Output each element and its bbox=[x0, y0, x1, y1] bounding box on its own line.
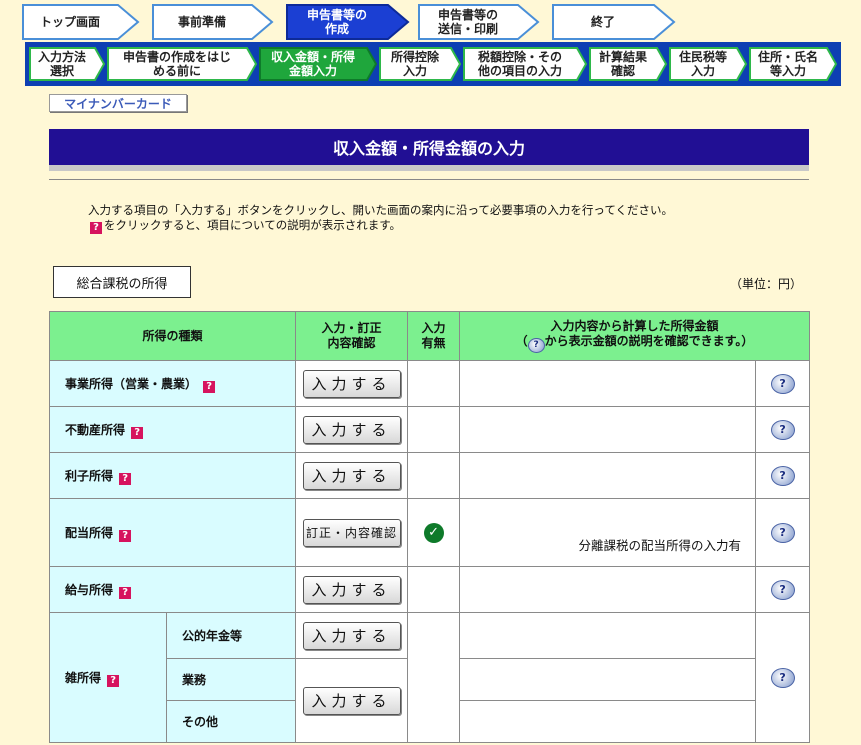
amount-cell bbox=[459, 612, 757, 659]
help-icon[interactable]: ? bbox=[770, 465, 795, 486]
check-icon: ✓ bbox=[423, 522, 444, 543]
status-cell bbox=[407, 406, 461, 453]
income-kind-real-estate: 不動産所得 ? bbox=[48, 406, 297, 453]
page-title: 収入金額・所得金額の入力 bbox=[49, 129, 809, 165]
input-button-misc-other[interactable]: 入力する bbox=[302, 686, 401, 715]
qmark-icon: ? bbox=[90, 222, 102, 234]
substep-income-input[interactable]: 収入金額・所得 金額入力 bbox=[259, 47, 377, 81]
help-icon[interactable]: ? bbox=[770, 579, 795, 600]
income-kind-business: 事業所得（営業・農業） ? bbox=[48, 360, 297, 407]
unit-label: （単位：円） bbox=[730, 277, 803, 291]
help-icon[interactable]: ? bbox=[770, 667, 795, 688]
table-row: 配当所得 ? 訂正・内容確認 ✓ 分離課税の配当所得の入力有 ? bbox=[48, 498, 811, 567]
table-row: 事業所得（営業・農業） ? 入力する ? bbox=[48, 360, 811, 407]
misc-sub-business: 業務 bbox=[165, 658, 297, 701]
substep-result-check[interactable]: 計算結果 確認 bbox=[589, 47, 667, 81]
qmark-icon[interactable]: ? bbox=[107, 674, 120, 687]
section-tab-general-income: 総合課税の所得 bbox=[53, 266, 191, 298]
table-row: 給与所得 ? 入力する ? bbox=[48, 566, 811, 613]
substep-tax-credit[interactable]: 税額控除・その 他の項目の入力 bbox=[463, 47, 587, 81]
header-kind: 所得の種類 bbox=[48, 311, 297, 361]
mynumber-card-button[interactable]: マイナンバーカード bbox=[49, 94, 187, 112]
substep-address-name[interactable]: 住所・氏名 等入力 bbox=[749, 47, 837, 81]
substep-before-start[interactable]: 申告書の作成をはじ める前に bbox=[107, 47, 257, 81]
qmark-icon[interactable]: ? bbox=[119, 586, 132, 599]
input-button-business[interactable]: 入力する bbox=[302, 369, 401, 398]
help-icon[interactable]: ? bbox=[770, 522, 795, 543]
header-amount: 入力内容から計算した所得金額 （? から表示金額の説明を確認できます。） bbox=[459, 311, 811, 361]
amount-cell bbox=[459, 566, 757, 613]
amount-cell bbox=[459, 658, 757, 701]
amount-cell bbox=[459, 700, 757, 743]
step-send-print[interactable]: 申告書等の 送信・印刷 bbox=[418, 4, 540, 40]
status-cell bbox=[407, 360, 461, 407]
input-button-real-estate[interactable]: 入力する bbox=[302, 415, 401, 444]
status-cell bbox=[407, 612, 461, 743]
income-kind-salary: 給与所得 ? bbox=[48, 566, 297, 613]
amount-cell bbox=[459, 360, 757, 407]
misc-sub-other: その他 bbox=[165, 700, 297, 743]
substep-resident-tax[interactable]: 住民税等 入力 bbox=[669, 47, 747, 81]
misc-sub-pension: 公的年金等 bbox=[165, 612, 297, 659]
title-shadow bbox=[49, 165, 809, 171]
step-top[interactable]: トップ画面 bbox=[22, 4, 140, 40]
qmark-icon[interactable]: ? bbox=[131, 426, 144, 439]
income-kind-misc: 雑所得 ? bbox=[49, 612, 167, 743]
qmark-icon[interactable]: ? bbox=[119, 472, 132, 485]
amount-cell: 分離課税の配当所得の入力有 bbox=[459, 498, 757, 567]
step-finish[interactable]: 終了 bbox=[552, 4, 676, 40]
help-icon: ? bbox=[527, 338, 545, 353]
input-button-pension[interactable]: 入力する bbox=[302, 621, 401, 650]
help-icon[interactable]: ? bbox=[770, 373, 795, 394]
input-button-salary[interactable]: 入力する bbox=[302, 575, 401, 604]
status-cell bbox=[407, 566, 461, 613]
table-header-row: 所得の種類 入力・訂正 内容確認 入力 有無 入力内容から計算した所得金額 （?… bbox=[48, 311, 811, 361]
income-kind-interest: 利子所得 ? bbox=[48, 452, 297, 499]
divider bbox=[49, 179, 809, 180]
status-cell: ✓ bbox=[407, 498, 461, 567]
instruction-line-1: 入力する項目の「入力する」ボタンをクリックし、開いた画面の案内に沿って必要事項の… bbox=[88, 203, 673, 217]
status-cell bbox=[407, 452, 461, 499]
edit-confirm-button-dividend[interactable]: 訂正・内容確認 bbox=[302, 518, 401, 547]
qmark-icon[interactable]: ? bbox=[119, 529, 132, 542]
qmark-icon[interactable]: ? bbox=[203, 380, 216, 393]
help-icon[interactable]: ? bbox=[770, 419, 795, 440]
amount-cell bbox=[459, 406, 757, 453]
instructions: 入力する項目の「入力する」ボタンをクリックし、開いた画面の案内に沿って必要事項の… bbox=[88, 203, 673, 234]
income-table: 所得の種類 入力・訂正 内容確認 入力 有無 入力内容から計算した所得金額 （?… bbox=[48, 311, 811, 743]
substep-deduction-input[interactable]: 所得控除 入力 bbox=[379, 47, 461, 81]
header-action: 入力・訂正 内容確認 bbox=[295, 311, 409, 361]
table-row: 雑所得 ? 公的年金等 入力する ? bbox=[49, 612, 811, 743]
step-create[interactable]: 申告書等の 作成 bbox=[286, 4, 410, 40]
substep-input-method[interactable]: 入力方法 選択 bbox=[29, 47, 105, 81]
table-row: 不動産所得 ? 入力する ? bbox=[48, 406, 811, 453]
step-preparation[interactable]: 事前準備 bbox=[152, 4, 274, 40]
progress-steps-sub: 入力方法 選択 申告書の作成をはじ める前に 収入金額・所得 金額入力 所得控除… bbox=[25, 42, 841, 86]
header-status: 入力 有無 bbox=[407, 311, 461, 361]
income-kind-dividend: 配当所得 ? bbox=[48, 498, 297, 567]
instruction-line-2: ? をクリックすると、項目についての説明が表示されます。 bbox=[88, 218, 673, 234]
amount-cell bbox=[459, 452, 757, 499]
input-button-interest[interactable]: 入力する bbox=[302, 461, 401, 490]
table-row: 利子所得 ? 入力する ? bbox=[48, 452, 811, 499]
